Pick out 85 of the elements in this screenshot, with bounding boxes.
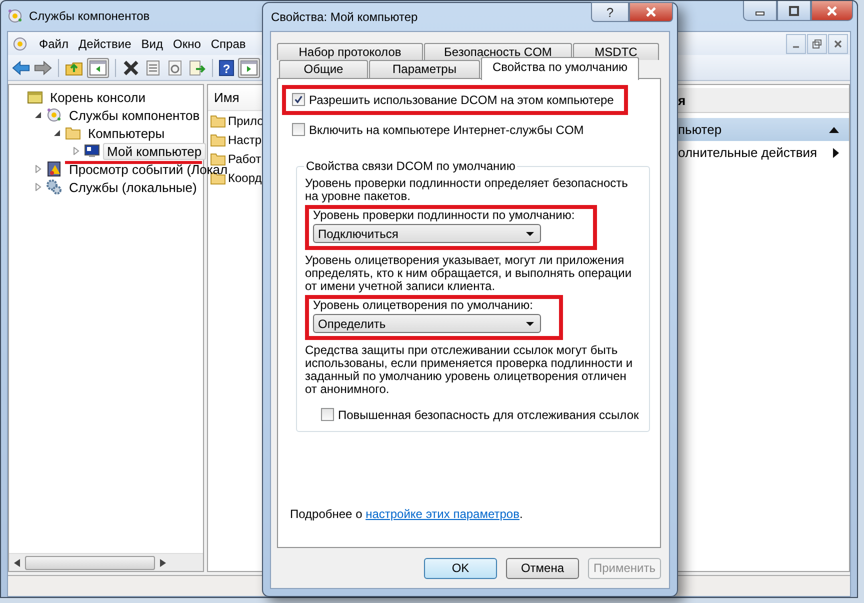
pane-toggle-icon[interactable] — [87, 58, 109, 78]
dialog-title: Свойства: Мой компьютер — [271, 10, 418, 24]
description-text: Уровень олицетворения указывает, могут ли приложения определять, кто к ним обращается, и выполнять операции от имени учетной записи клиента. — [305, 254, 633, 293]
cancel-button[interactable]: Отмена — [506, 558, 579, 578]
collapse-arrow-icon — [829, 126, 839, 132]
tab[interactable]: Свойства по умолчанию — [481, 57, 639, 80]
pane-toggle-icon[interactable] — [238, 58, 260, 78]
tab[interactable]: Набор протоколов — [277, 43, 423, 60]
folder-up-icon[interactable] — [65, 60, 83, 76]
scroll-left-icon[interactable] — [14, 558, 20, 566]
maximize-button[interactable] — [777, 1, 811, 21]
expanded-arrow-icon[interactable] — [34, 111, 42, 119]
checkbox-label[interactable]: Повышенная безопасность для отслеживания ссылок — [338, 408, 639, 422]
help-button[interactable]: ? — [591, 2, 629, 22]
help-text: Подробнее о настройке этих параметров. — [290, 507, 524, 521]
field-label: Уровень проверки подлинности по умолчанию: — [313, 209, 575, 222]
group-title: Свойства связи DCOM по умолчанию — [305, 159, 516, 173]
horizontal-scrollbar[interactable] — [9, 553, 203, 571]
close-button[interactable] — [811, 1, 853, 21]
maximize-icon — [788, 6, 800, 16]
help-button[interactable]: ? — [219, 60, 234, 76]
checkbox-label[interactable]: Разрешить использование DCOM на этом компьютере — [309, 92, 614, 106]
action-item[interactable]: олнительные действия — [678, 145, 818, 160]
checkbox[interactable] — [292, 123, 305, 136]
close-icon — [645, 6, 657, 18]
minimize-icon — [793, 46, 799, 48]
restore-button[interactable] — [807, 34, 827, 54]
gear-ball-icon — [46, 107, 62, 123]
gears-icon — [46, 179, 62, 195]
forward-icon[interactable] — [34, 60, 52, 76]
dropdown[interactable]: Подключиться — [313, 224, 541, 243]
settings-link[interactable]: настройке этих параметров — [366, 507, 520, 521]
description-text: Средства защиты при отслеживании ссылок могут быть использованы, если применяется проверка подлинности и заданный по умолчанию уровень олицетворения отличен от анонимного. — [305, 344, 634, 396]
tree-item[interactable]: Компьютеры — [84, 124, 169, 142]
collapsed-arrow-icon[interactable] — [34, 165, 42, 173]
window-title: Службы компонентов — [29, 9, 150, 23]
gear-ball-icon[interactable] — [12, 36, 28, 52]
console-root-icon — [27, 89, 43, 105]
menu-item[interactable]: Справ — [206, 36, 251, 50]
tree-item[interactable]: Службы (локальные) — [65, 178, 201, 196]
monitor-icon — [84, 143, 100, 159]
refresh-icon[interactable] — [166, 60, 184, 76]
tree-item[interactable]: Мой компьютер — [103, 142, 206, 160]
menu-item[interactable]: Файл — [34, 36, 74, 50]
tab[interactable]: Общие — [279, 60, 368, 78]
list-item[interactable]: Настр — [228, 132, 262, 146]
list-item[interactable]: Работ — [228, 152, 262, 166]
checkbox-label[interactable]: Включить на компьютере Интернет-службы COM — [309, 122, 584, 136]
properties-icon[interactable] — [144, 60, 162, 76]
minimize-button[interactable] — [743, 1, 777, 21]
close-button[interactable] — [828, 34, 848, 54]
field-label: Уровень олицетворения по умолчанию: — [313, 299, 534, 312]
ok-button[interactable]: OK — [424, 558, 497, 578]
restore-icon — [812, 38, 822, 48]
tree-item[interactable]: Службы компонентов — [65, 106, 204, 124]
scroll-right-icon[interactable] — [160, 558, 166, 566]
menu-item[interactable]: Действие — [74, 36, 136, 50]
tab[interactable]: Параметры — [369, 60, 480, 78]
collapsed-arrow-icon[interactable] — [72, 147, 80, 155]
back-icon[interactable] — [12, 60, 30, 76]
gear-ball-icon — [7, 8, 23, 24]
folder-icon — [65, 125, 81, 141]
folder-icon — [210, 150, 226, 166]
caret-icon — [526, 322, 534, 326]
list-item[interactable]: Коорд — [228, 170, 262, 184]
delete-icon[interactable] — [122, 60, 140, 76]
close-icon — [833, 38, 843, 48]
menu-item[interactable]: Вид — [136, 36, 168, 50]
close-button[interactable] — [629, 2, 673, 22]
event-log-icon — [46, 161, 62, 177]
menu-item[interactable]: Окно — [168, 36, 206, 50]
dropdown[interactable]: Определить — [313, 314, 541, 333]
collapsed-arrow-icon[interactable] — [34, 183, 42, 191]
checkbox[interactable] — [292, 93, 305, 106]
caret-icon — [526, 232, 534, 236]
checkbox[interactable] — [321, 408, 334, 421]
description-text: Уровень проверки подлинности определяет безопасность на уровне пакетов. — [305, 177, 629, 203]
section-header[interactable]: пьютер — [678, 122, 722, 137]
column-header[interactable]: Имя — [208, 90, 240, 105]
export-icon[interactable] — [188, 60, 206, 76]
folder-icon — [210, 132, 226, 148]
submenu-arrow-icon — [833, 148, 839, 158]
expanded-arrow-icon[interactable] — [53, 129, 61, 137]
close-icon — [826, 6, 838, 16]
tree-item[interactable]: Корень консоли — [46, 88, 150, 106]
